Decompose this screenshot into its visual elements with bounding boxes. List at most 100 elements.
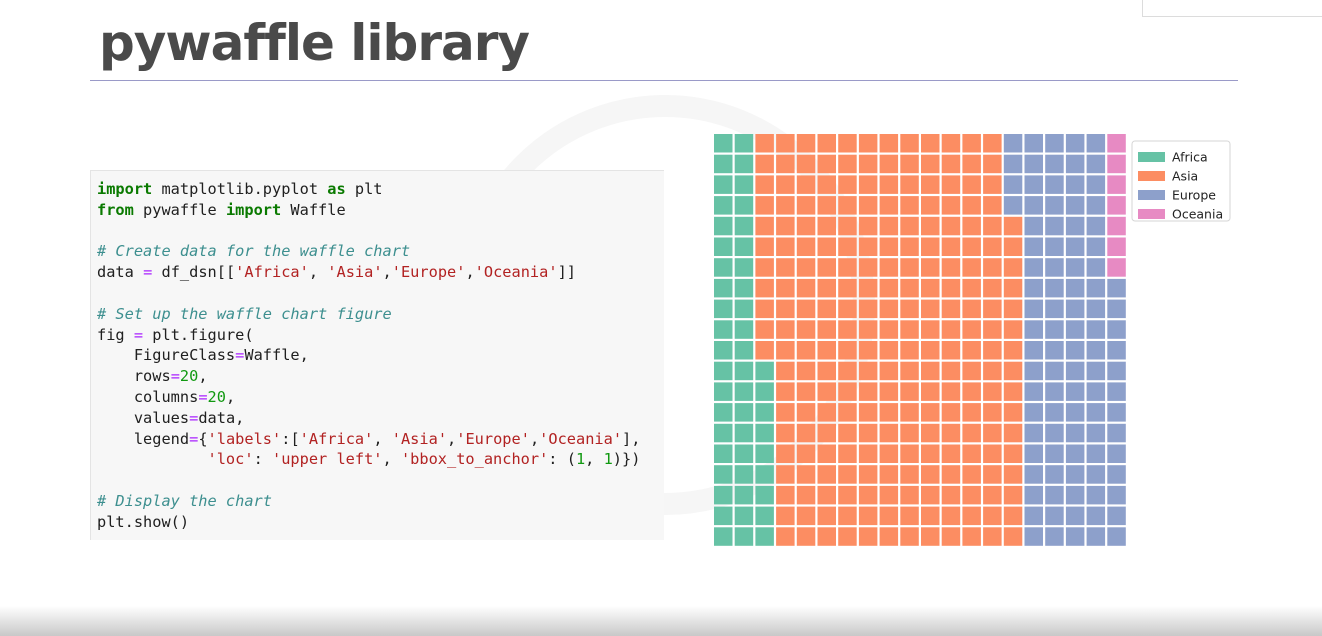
- waffle-cell-asia: [817, 237, 836, 256]
- waffle-cell-oceania: [1107, 175, 1126, 194]
- waffle-cell-asia: [879, 278, 899, 298]
- waffle-cell-asia: [879, 506, 899, 526]
- waffle-cell-asia: [755, 216, 774, 236]
- waffle-cell-asia: [838, 444, 857, 463]
- waffle-cell-europe: [1003, 196, 1023, 215]
- waffle-cell-asia: [962, 382, 981, 401]
- waffle-cell-africa: [714, 527, 733, 546]
- waffle-cell-asia: [921, 403, 940, 422]
- waffle-cell-asia: [900, 506, 919, 526]
- waffle-cell-asia: [941, 299, 961, 319]
- waffle-cell-asia: [858, 361, 878, 381]
- waffle-cell-africa: [755, 527, 774, 546]
- waffle-cell-asia: [900, 465, 919, 484]
- waffle-cell-asia: [921, 320, 940, 339]
- waffle-cell-asia: [776, 258, 795, 277]
- waffle-cell-europe: [1045, 444, 1064, 463]
- waffle-cell-asia: [776, 175, 795, 194]
- waffle-cell-asia: [817, 320, 836, 339]
- waffle-cell-asia: [900, 237, 919, 256]
- waffle-cell-asia: [879, 299, 899, 319]
- waffle-cell-europe: [1086, 278, 1106, 298]
- waffle-cell-europe: [1086, 320, 1106, 339]
- waffle-cell-europe: [1107, 444, 1126, 463]
- waffle-cell-asia: [796, 341, 816, 360]
- waffle-cell-asia: [962, 258, 981, 277]
- waffle-cell-europe: [1024, 134, 1043, 153]
- waffle-cell-europe: [1024, 299, 1043, 319]
- waffle-cell-europe: [1024, 423, 1043, 443]
- waffle-cell-asia: [983, 320, 1002, 339]
- waffle-cell-africa: [714, 237, 733, 256]
- waffle-cell-asia: [983, 361, 1002, 381]
- waffle-cell-europe: [1086, 506, 1106, 526]
- waffle-cell-africa: [734, 258, 754, 277]
- legend-label-oceania: Oceania: [1172, 207, 1223, 222]
- waffle-cell-asia: [858, 444, 878, 463]
- waffle-cell-africa: [714, 341, 733, 360]
- waffle-cell-asia: [858, 216, 878, 236]
- waffle-cell-asia: [879, 237, 899, 256]
- waffle-cell-asia: [817, 341, 836, 360]
- waffle-cell-africa: [714, 506, 733, 526]
- waffle-cell-asia: [796, 134, 816, 153]
- waffle-cell-africa: [755, 403, 774, 422]
- waffle-cell-asia: [983, 403, 1002, 422]
- waffle-cell-africa: [734, 403, 754, 422]
- waffle-cell-asia: [838, 506, 857, 526]
- waffle-cell-asia: [776, 361, 795, 381]
- waffle-cell-africa: [734, 134, 754, 153]
- waffle-cell-asia: [900, 258, 919, 277]
- waffle-cell-asia: [838, 320, 857, 339]
- waffle-cell-oceania: [1107, 134, 1126, 153]
- waffle-cell-asia: [962, 320, 981, 339]
- waffle-cell-asia: [900, 175, 919, 194]
- waffle-cell-asia: [817, 278, 836, 298]
- waffle-cell-asia: [858, 341, 878, 360]
- waffle-cell-europe: [1107, 485, 1126, 505]
- waffle-cell-asia: [1003, 506, 1023, 526]
- waffle-cell-europe: [1086, 444, 1106, 463]
- waffle-cell-asia: [858, 527, 878, 546]
- waffle-cell-asia: [921, 527, 940, 546]
- waffle-cell-africa: [734, 506, 754, 526]
- waffle-cell-europe: [1107, 506, 1126, 526]
- waffle-cell-africa: [734, 341, 754, 360]
- waffle-cell-europe: [1024, 258, 1043, 277]
- waffle-cell-asia: [776, 403, 795, 422]
- waffle-cell-asia: [796, 423, 816, 443]
- waffle-cell-europe: [1086, 382, 1106, 401]
- waffle-cell-asia: [983, 465, 1002, 484]
- waffle-cell-asia: [858, 134, 878, 153]
- waffle-cell-asia: [879, 423, 899, 443]
- waffle-cell-africa: [734, 361, 754, 381]
- waffle-cell-europe: [1045, 403, 1064, 422]
- waffle-cell-europe: [1045, 175, 1064, 194]
- waffle-cell-asia: [796, 465, 816, 484]
- waffle-cell-asia: [983, 196, 1002, 215]
- waffle-cell-asia: [796, 403, 816, 422]
- waffle-cell-europe: [1065, 506, 1085, 526]
- waffle-cell-africa: [714, 361, 733, 381]
- waffle-cell-asia: [1003, 465, 1023, 484]
- waffle-cell-asia: [1003, 485, 1023, 505]
- waffle-cell-europe: [1024, 361, 1043, 381]
- waffle-cell-asia: [941, 382, 961, 401]
- waffle-cell-europe: [1065, 216, 1085, 236]
- waffle-cell-asia: [817, 423, 836, 443]
- waffle-cell-asia: [858, 382, 878, 401]
- waffle-cell-asia: [1003, 361, 1023, 381]
- waffle-cell-europe: [1107, 465, 1126, 484]
- waffle-cell-europe: [1107, 403, 1126, 422]
- waffle-cell-asia: [776, 382, 795, 401]
- waffle-cell-asia: [755, 237, 774, 256]
- waffle-cell-asia: [776, 320, 795, 339]
- waffle-cell-asia: [796, 154, 816, 174]
- waffle-cell-asia: [1003, 527, 1023, 546]
- legend-label-africa: Africa: [1172, 150, 1208, 165]
- waffle-cell-asia: [921, 341, 940, 360]
- waffle-cell-asia: [776, 134, 795, 153]
- waffle-cell-europe: [1065, 423, 1085, 443]
- waffle-cell-asia: [879, 175, 899, 194]
- waffle-cell-asia: [755, 320, 774, 339]
